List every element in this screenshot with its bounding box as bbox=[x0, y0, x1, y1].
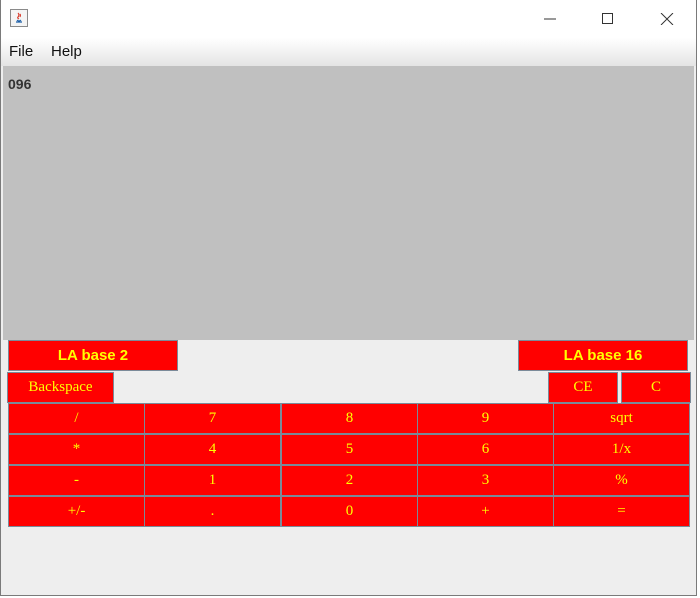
add-button[interactable]: + bbox=[417, 496, 554, 527]
backspace-button[interactable]: Backspace bbox=[7, 372, 114, 403]
percent-button[interactable]: % bbox=[553, 465, 690, 496]
display-value: 096 bbox=[8, 76, 32, 92]
empty-bottom-panel bbox=[3, 528, 694, 591]
calculator-window: File Help 096 LA base 2 LA base 16 Backs… bbox=[0, 0, 697, 596]
clear-button[interactable]: C bbox=[621, 372, 691, 403]
base16-button[interactable]: LA base 16 bbox=[518, 340, 688, 371]
digit-1-button[interactable]: 1 bbox=[144, 465, 281, 496]
digit-4-button[interactable]: 4 bbox=[144, 434, 281, 465]
minimize-icon bbox=[544, 18, 556, 20]
negate-button[interactable]: +/- bbox=[8, 496, 145, 527]
sqrt-button[interactable]: sqrt bbox=[553, 403, 690, 434]
subtract-button[interactable]: - bbox=[8, 465, 145, 496]
divide-button[interactable]: / bbox=[8, 403, 145, 434]
digit-2-button[interactable]: 2 bbox=[281, 465, 418, 496]
multiply-button[interactable]: * bbox=[8, 434, 145, 465]
digit-9-button[interactable]: 9 bbox=[417, 403, 554, 434]
digit-7-button[interactable]: 7 bbox=[144, 403, 281, 434]
digit-5-button[interactable]: 5 bbox=[281, 434, 418, 465]
menu-help[interactable]: Help bbox=[51, 43, 82, 60]
maximize-button[interactable] bbox=[579, 0, 637, 38]
java-app-icon bbox=[10, 9, 28, 27]
minimize-button[interactable] bbox=[521, 0, 579, 38]
close-button[interactable] bbox=[638, 0, 696, 38]
clear-entry-button[interactable]: CE bbox=[548, 372, 618, 403]
maximize-icon bbox=[602, 13, 613, 24]
reciprocal-button[interactable]: 1/x bbox=[553, 434, 690, 465]
menu-file[interactable]: File bbox=[9, 43, 33, 60]
close-icon bbox=[660, 13, 674, 25]
display-panel: 096 bbox=[3, 66, 694, 340]
digit-6-button[interactable]: 6 bbox=[417, 434, 554, 465]
base2-button[interactable]: LA base 2 bbox=[8, 340, 178, 371]
digit-3-button[interactable]: 3 bbox=[417, 465, 554, 496]
decimal-point-button[interactable]: . bbox=[144, 496, 281, 527]
menu-bar: File Help bbox=[1, 38, 696, 66]
digit-8-button[interactable]: 8 bbox=[281, 403, 418, 434]
title-bar bbox=[1, 0, 696, 38]
digit-0-button[interactable]: 0 bbox=[281, 496, 418, 527]
equals-button[interactable]: = bbox=[553, 496, 690, 527]
